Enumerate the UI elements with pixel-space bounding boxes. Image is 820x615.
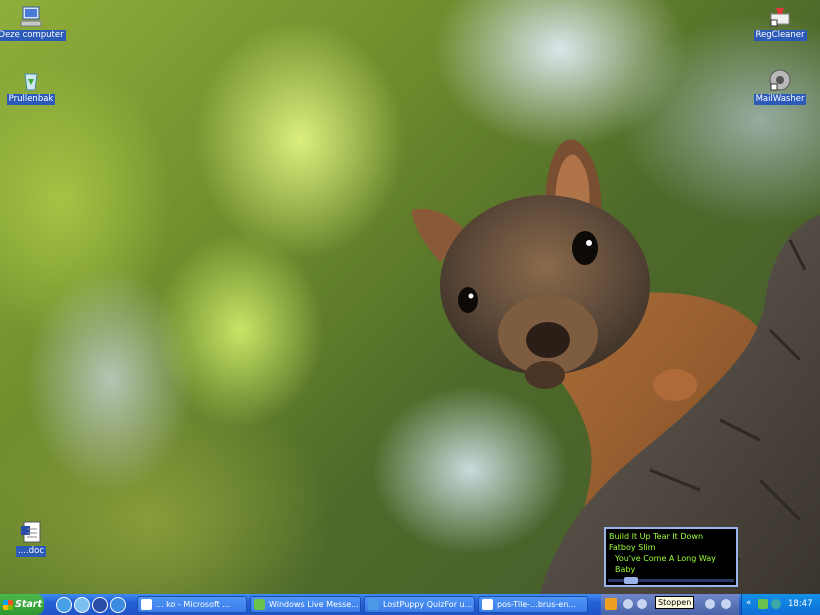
messenger-icon xyxy=(254,599,265,610)
document-icon xyxy=(482,599,493,610)
previous-icon[interactable] xyxy=(623,599,633,609)
tray-clock[interactable]: 18:47 xyxy=(788,599,813,609)
security-icon[interactable] xyxy=(771,599,781,609)
album-name: You've Come A Long Way Baby xyxy=(615,554,716,574)
mailwasher-icon xyxy=(768,68,792,92)
desktop-icon-mailwasher[interactable]: MailWasher xyxy=(745,68,815,105)
artist-name: Fatboy Slim xyxy=(609,543,656,552)
taskbar-button-messenger[interactable]: Windows Live Messe... xyxy=(250,596,361,613)
internet-explorer-icon[interactable] xyxy=(56,597,72,613)
taskbar-button-label: ... ko - Microsoft ... xyxy=(156,600,230,609)
word-icon xyxy=(141,599,152,610)
start-label: Start xyxy=(15,599,43,610)
next-icon[interactable] xyxy=(705,599,715,609)
ie-icon xyxy=(368,599,379,610)
desktop-icon-label: Prullenbak xyxy=(6,94,56,105)
taskbar-button-label: Windows Live Messe... xyxy=(269,600,359,609)
stop-button[interactable]: Stoppen xyxy=(655,596,695,609)
media-player-mini-toolbar: Stoppen xyxy=(601,594,739,615)
desktop-icon-label: MailWasher xyxy=(753,94,807,105)
outlook-express-icon[interactable] xyxy=(74,597,90,613)
ie-globe-icon[interactable] xyxy=(110,597,126,613)
seek-bar[interactable] xyxy=(608,577,734,584)
taskbar-button-document[interactable]: pos-Tile-...brus-en... xyxy=(478,596,588,613)
system-tray: « 18:47 xyxy=(741,594,820,615)
desktop-icon-regcleaner[interactable]: RegCleaner xyxy=(745,4,815,41)
volume-icon[interactable] xyxy=(721,599,731,609)
taskbar-button-label: pos-Tile-...brus-en... xyxy=(497,600,576,609)
seek-handle[interactable] xyxy=(624,577,638,584)
desktop-icon-label: ....doc xyxy=(15,546,47,557)
media-player-icon[interactable] xyxy=(92,597,108,613)
track-title: Build It Up Tear It Down xyxy=(609,532,704,541)
network-icon[interactable] xyxy=(758,599,768,609)
play-pause-icon[interactable] xyxy=(637,599,647,609)
desktop-icon-label: RegCleaner xyxy=(753,30,807,41)
tray-expand-button[interactable]: « xyxy=(746,598,751,608)
word-document-icon xyxy=(19,520,43,544)
taskbar-button-word[interactable]: ... ko - Microsoft ... xyxy=(137,596,247,613)
squirrel-wallpaper-image xyxy=(412,139,820,594)
desktop-icon-word-document[interactable]: ....doc xyxy=(0,520,66,557)
desktop-icon-my-computer[interactable]: Deze computer xyxy=(0,4,66,41)
my-computer-icon xyxy=(19,4,43,28)
desktop-icon-recycle-bin[interactable]: Prullenbak xyxy=(0,68,66,105)
windows-logo-icon xyxy=(3,599,13,610)
taskbar-button-ie[interactable]: LostPuppy QuizFor u... xyxy=(364,596,475,613)
recycle-bin-icon xyxy=(19,68,43,92)
taskbar-button-label: LostPuppy QuizFor u... xyxy=(383,600,473,609)
regcleaner-icon xyxy=(768,4,792,28)
media-player-logo-icon[interactable] xyxy=(605,598,617,610)
desktop-wallpaper: Deze computer Prullenbak RegCleaner Mail… xyxy=(0,0,820,594)
media-player-now-playing: Build It Up Tear It Down Fatboy Slim You… xyxy=(604,527,738,587)
desktop-icon-label: Deze computer xyxy=(0,30,66,41)
start-button[interactable]: Start xyxy=(0,594,44,615)
